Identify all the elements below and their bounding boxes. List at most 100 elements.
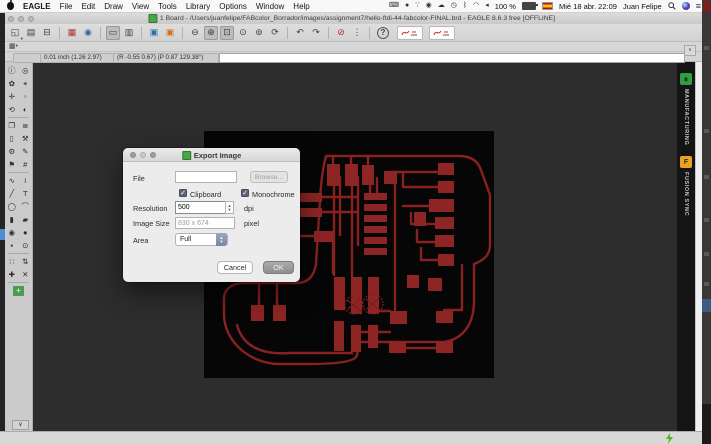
menu-file[interactable]: File <box>60 2 73 11</box>
cam-processor-button[interactable]: ▦ <box>65 26 79 40</box>
clipboard-checkbox[interactable]: ✓ <box>179 189 187 197</box>
tool-icon[interactable]: T <box>19 188 31 199</box>
tool-icon[interactable]: ▮ <box>6 214 18 225</box>
wifi-icon[interactable]: ◠ <box>473 2 479 10</box>
tool-icon[interactable]: ▪ <box>6 240 18 251</box>
zoom-out-button[interactable]: ⊖ <box>188 26 202 40</box>
creative-cloud-icon[interactable]: ∵ <box>415 2 419 10</box>
zoom-fit-button[interactable]: ⊡ <box>220 26 234 40</box>
tool-icon[interactable]: ◉ <box>6 227 18 238</box>
apple-menu-icon[interactable] <box>7 2 14 10</box>
tool-icon[interactable]: # <box>19 159 31 170</box>
menu-library[interactable]: Library <box>186 2 210 11</box>
undo-button[interactable]: ↶ <box>293 26 307 40</box>
coord-mode-toggle[interactable] <box>13 53 41 63</box>
tool-icon[interactable]: ✎ <box>19 146 31 157</box>
file-input[interactable] <box>175 171 237 183</box>
tool-icon[interactable]: ◐ <box>19 104 31 115</box>
tool-icon[interactable]: ╱ <box>6 188 18 199</box>
open-board-button[interactable]: ◱▾ <box>8 26 22 40</box>
zoom-select-button[interactable]: ⊙ <box>236 26 250 40</box>
print-button[interactable]: ⊟ <box>40 26 54 40</box>
window-zoom-button[interactable] <box>28 16 34 22</box>
dialog-minimize-button[interactable] <box>140 152 146 158</box>
open-schematic-button[interactable]: ◉ <box>81 26 95 40</box>
tool-icon[interactable]: ▫ <box>19 91 31 102</box>
sidebar-collapse-button[interactable]: ∨ <box>12 420 29 430</box>
language-flag-icon[interactable] <box>542 2 553 10</box>
resolution-stepper[interactable]: ▲▼ <box>225 201 234 214</box>
monochrome-checkbox[interactable]: ✓ <box>241 189 249 197</box>
tab-fusion-sync[interactable]: FFUSION SYNC <box>677 156 695 216</box>
dialog-close-button[interactable] <box>130 152 136 158</box>
keyboard-icon[interactable]: ⌨ <box>389 2 399 10</box>
siri-icon[interactable] <box>682 2 690 10</box>
panel-dropdown-button[interactable]: ∨ <box>684 45 696 56</box>
display-layers-button[interactable]: ▥ <box>122 26 136 40</box>
menu-tools[interactable]: Tools <box>158 2 177 11</box>
tool-icon[interactable]: ◯ <box>6 201 18 212</box>
tool-icon[interactable]: ⚑ <box>6 159 18 170</box>
help-button[interactable]: ? <box>377 27 389 39</box>
tool-icon[interactable]: ● <box>19 227 31 238</box>
pcb-service-vendor-button[interactable] <box>429 26 455 40</box>
cancel-button[interactable]: Cancel <box>217 261 253 274</box>
tool-icon[interactable]: ✕ <box>19 269 31 280</box>
menu-clock[interactable]: Mié 18 abr. 22:09 <box>559 2 617 11</box>
window-close-button[interactable] <box>8 16 14 22</box>
volume-icon[interactable]: ◂ <box>485 2 489 10</box>
redo-button[interactable]: ↷ <box>309 26 323 40</box>
spotlight-search-icon[interactable] <box>668 2 676 10</box>
add-tool-button[interactable]: + <box>13 286 24 296</box>
menu-draw[interactable]: Draw <box>104 2 123 11</box>
eagleup-vendor-button[interactable] <box>397 26 423 40</box>
window-minimize-button[interactable] <box>18 16 24 22</box>
command-input[interactable] <box>219 53 685 63</box>
tool-icon[interactable]: ▯ <box>6 133 18 144</box>
tool-icon[interactable]: ⇅ <box>19 256 31 267</box>
tool-icon[interactable]: ✚ <box>6 269 18 280</box>
scrollbar-strip[interactable] <box>695 24 702 431</box>
refresh-button[interactable]: ⟳ <box>268 26 282 40</box>
tool-icon[interactable]: ⚙ <box>6 146 18 157</box>
menu-edit[interactable]: Edit <box>81 2 95 11</box>
zoom-in-button[interactable]: ⊕ <box>204 26 218 40</box>
tool-icon[interactable]: ∷ <box>6 256 18 267</box>
tool-icon[interactable]: ✛ <box>6 91 18 102</box>
notification-center-icon[interactable]: ≡ <box>696 2 701 10</box>
tool-icon[interactable]: ⚒ <box>19 133 31 144</box>
user-menu[interactable]: Juan Felipe <box>623 2 662 11</box>
tab-manufacturing[interactable]: ∎MANUFACTURING <box>677 73 695 145</box>
tool-icon[interactable]: ⟲ <box>6 104 18 115</box>
cloud-icon[interactable]: ☁ <box>438 2 445 10</box>
tool-icon[interactable]: ⌖ <box>19 78 31 89</box>
tool-icon[interactable]: ≀ <box>19 175 31 186</box>
options-button[interactable]: ⋮ <box>350 26 364 40</box>
location-icon[interactable]: ◉ <box>426 2 432 10</box>
battery-icon[interactable] <box>522 2 536 10</box>
menu-help[interactable]: Help <box>293 2 309 11</box>
tool-icon[interactable]: ⓘ <box>6 65 18 76</box>
dialog-zoom-button[interactable] <box>150 152 156 158</box>
area-dropdown[interactable]: Full ▲▼ <box>175 233 228 246</box>
ok-button[interactable]: OK <box>263 261 294 274</box>
dropbox-icon[interactable]: ● <box>405 2 409 10</box>
menu-eagle[interactable]: EAGLE <box>23 2 51 11</box>
time-machine-icon[interactable]: ◷ <box>451 2 457 10</box>
grid-settings-button[interactable]: ▦▾ <box>9 42 18 50</box>
tool-icon[interactable]: ⊙ <box>19 240 31 251</box>
run-ulp-button[interactable]: ▣ <box>163 26 177 40</box>
run-script-button[interactable]: ▣ <box>147 26 161 40</box>
menu-window[interactable]: Window <box>256 2 284 11</box>
browse-button[interactable]: Browse... <box>250 171 288 183</box>
save-button[interactable]: ▤ <box>24 26 38 40</box>
tool-icon[interactable]: ⌒ <box>19 201 31 212</box>
tool-icon[interactable]: ◎ <box>19 65 31 76</box>
menu-view[interactable]: View <box>132 2 149 11</box>
resolution-input[interactable] <box>175 201 226 214</box>
tool-icon[interactable]: ▰ <box>19 214 31 225</box>
bluetooth-icon[interactable]: ᛒ <box>463 2 467 10</box>
info-button[interactable]: ▭ <box>106 26 120 40</box>
tool-icon[interactable]: ≣ <box>19 120 31 131</box>
tool-icon[interactable]: ❐ <box>6 120 18 131</box>
